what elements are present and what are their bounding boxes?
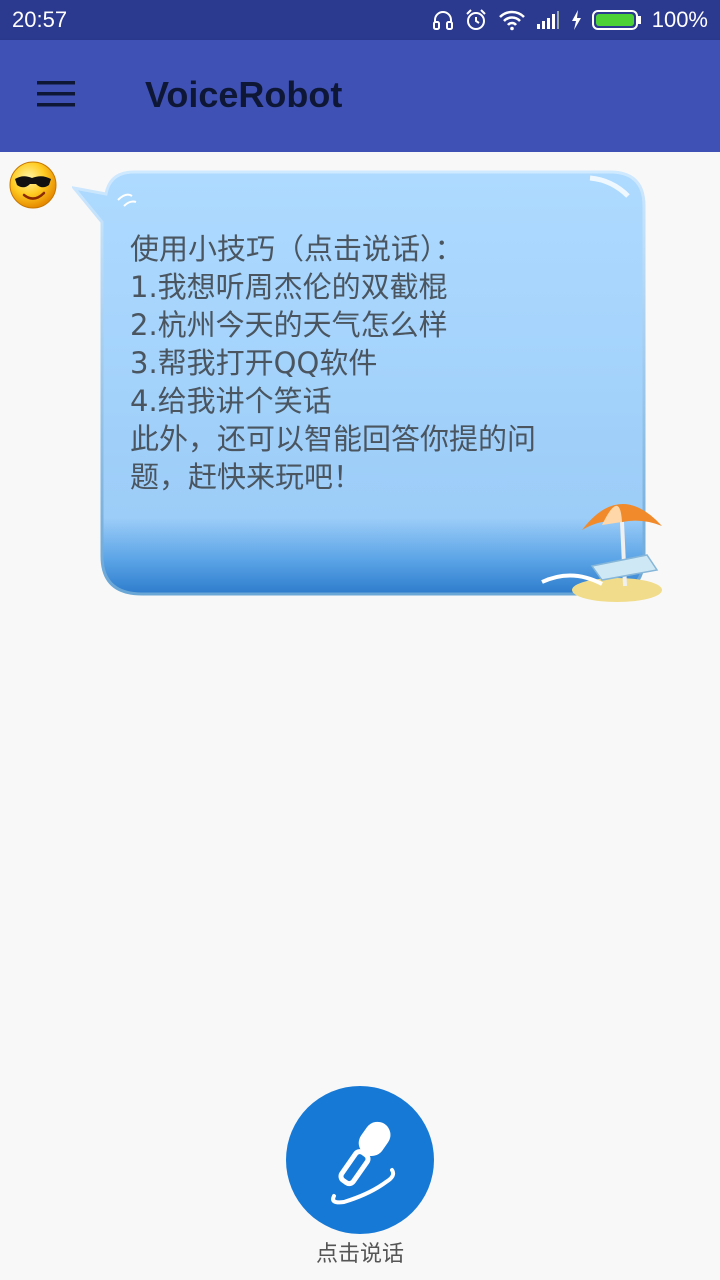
voice-button-label: 点击说话 <box>315 1242 404 1267</box>
message-line: 1.我想听周杰伦的双截棍 <box>130 270 448 304</box>
message-line: 此外，还可以智能回答你提的问 <box>130 422 537 456</box>
message-bubble: 使用小技巧（点击说话）： 1.我想听周杰伦的双截棍 2.杭州今天的天气怎么样 3… <box>72 170 672 610</box>
battery-icon <box>591 9 642 31</box>
message-line: 4.给我讲个笑话 <box>130 384 332 418</box>
status-bar: 20:57 100% <box>0 0 720 40</box>
status-time: 20:57 <box>12 7 68 32</box>
message-text: 使用小技巧（点击说话）： 1.我想听周杰伦的双截棍 2.杭州今天的天气怎么样 3… <box>130 230 600 496</box>
wifi-icon <box>498 9 526 31</box>
app-title: VoiceRobot <box>145 74 343 115</box>
status-icons: 100% <box>432 0 708 40</box>
message-line: 2.杭州今天的天气怎么样 <box>130 308 448 342</box>
message-line: 3.帮我打开QQ软件 <box>130 346 378 380</box>
charging-icon <box>570 9 582 31</box>
app-bar: VoiceRobot <box>0 40 720 152</box>
message-line: 使用小技巧（点击说话）： <box>130 232 464 266</box>
signal-icon <box>536 10 560 30</box>
hamburger-menu-icon <box>37 80 75 112</box>
battery-percent: 100% <box>651 7 708 32</box>
voice-input-button[interactable] <box>286 1086 434 1234</box>
menu-button[interactable] <box>20 70 92 122</box>
sunglasses-smiley-icon <box>8 160 58 210</box>
headset-icon <box>432 9 454 31</box>
chat-area: 使用小技巧（点击说话）： 1.我想听周杰伦的双截棍 2.杭州今天的天气怎么样 3… <box>0 152 720 1280</box>
message-line: 题，赶快来玩吧！ <box>130 460 363 494</box>
microphone-icon <box>310 1108 410 1212</box>
alarm-icon <box>464 8 488 32</box>
